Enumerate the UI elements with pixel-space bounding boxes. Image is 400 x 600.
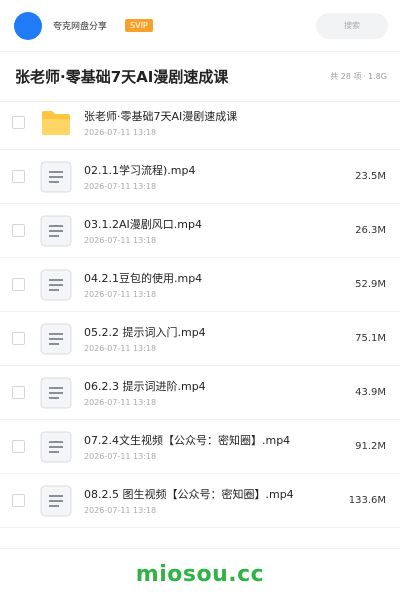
- row-checkbox[interactable]: [12, 116, 25, 129]
- file-name: 04.2.1豆包的使用.mp4: [84, 272, 203, 285]
- file-size: 75.1M: [355, 333, 386, 344]
- video-file-icon: [40, 269, 72, 301]
- app-name: 夸克网盘分享: [53, 22, 108, 32]
- row-checkbox[interactable]: [12, 440, 25, 453]
- file-name: 张老师·零基础7天AI漫剧速成课: [84, 110, 238, 123]
- file-size: 52.9M: [355, 279, 386, 290]
- folder-meta: 共 28 项 · 1.8G: [330, 71, 387, 82]
- list-item[interactable]: 04.2.1豆包的使用.mp4 2026-07-11 13:18 52.9M: [0, 258, 400, 312]
- folder-header: 张老师·零基础7天AI漫剧速成课 共 28 项 · 1.8G: [0, 52, 400, 102]
- top-bar: 夸克网盘分享 SVIP 搜索: [0, 0, 400, 52]
- search-placeholder: 搜索: [344, 21, 360, 30]
- row-checkbox[interactable]: [12, 386, 25, 399]
- list-item[interactable]: 05.2.2 提示词入门.mp4 2026-07-11 13:18 75.1M: [0, 312, 400, 366]
- file-size: 133.6M: [348, 495, 386, 506]
- folder-size: 1.8G: [368, 72, 387, 81]
- video-file-icon: [40, 215, 72, 247]
- row-checkbox[interactable]: [12, 170, 25, 183]
- file-name: 03.1.2AI漫剧风口.mp4: [84, 218, 202, 231]
- list-item[interactable]: 张老师·零基础7天AI漫剧速成课 2026-07-11 13:18: [0, 96, 400, 150]
- video-file-icon: [40, 485, 72, 517]
- file-date: 2026-07-11 13:18: [84, 452, 157, 461]
- footer: miosou.cc: [0, 548, 400, 600]
- row-checkbox[interactable]: [12, 494, 25, 507]
- file-date: 2026-07-11 13:18: [84, 344, 157, 353]
- file-date: 2026-07-11 13:18: [84, 398, 157, 407]
- file-list: 张老师·零基础7天AI漫剧速成课 2026-07-11 13:18 02.1.1…: [0, 96, 400, 528]
- row-checkbox[interactable]: [12, 332, 25, 345]
- list-item[interactable]: 02.1.1学习流程).mp4 2026-07-11 13:18 23.5M: [0, 150, 400, 204]
- file-name: 08.2.5 图生视频【公众号：密知圈】.mp4: [84, 488, 294, 501]
- list-item[interactable]: 06.2.3 提示词进阶.mp4 2026-07-11 13:18 43.9M: [0, 366, 400, 420]
- list-item[interactable]: 07.2.4文生视频【公众号：密知圈】.mp4 2026-07-11 13:18…: [0, 420, 400, 474]
- file-date: 2026-07-11 13:18: [84, 182, 157, 191]
- meta-separator: ·: [363, 72, 367, 81]
- page-title: 张老师·零基础7天AI漫剧速成课: [15, 68, 229, 86]
- video-file-icon: [40, 431, 72, 463]
- file-name: 06.2.3 提示词进阶.mp4: [84, 380, 206, 393]
- video-file-icon: [40, 323, 72, 355]
- file-size: 23.5M: [355, 171, 386, 182]
- file-size: 26.3M: [355, 225, 386, 236]
- video-file-icon: [40, 377, 72, 409]
- folder-icon: [40, 107, 72, 139]
- file-name: 05.2.2 提示词入门.mp4: [84, 326, 206, 339]
- file-name: 07.2.4文生视频【公众号：密知圈】.mp4: [84, 434, 291, 447]
- file-date: 2026-07-11 13:18: [84, 236, 157, 245]
- search-input[interactable]: 搜索: [316, 12, 388, 39]
- video-file-icon: [40, 161, 72, 193]
- file-name: 02.1.1学习流程).mp4: [84, 164, 196, 177]
- watermark: miosou.cc: [135, 562, 265, 587]
- row-checkbox[interactable]: [12, 224, 25, 237]
- avatar[interactable]: [14, 11, 42, 40]
- file-date: 2026-07-11 13:18: [84, 506, 157, 515]
- item-count: 共 28 项: [330, 72, 362, 81]
- file-date: 2026-07-11 13:18: [84, 290, 157, 299]
- list-item[interactable]: 03.1.2AI漫剧风口.mp4 2026-07-11 13:18 26.3M: [0, 204, 400, 258]
- row-checkbox[interactable]: [12, 278, 25, 291]
- file-size: 43.9M: [355, 387, 386, 398]
- list-item[interactable]: 08.2.5 图生视频【公众号：密知圈】.mp4 2026-07-11 13:1…: [0, 474, 400, 528]
- svip-badge: SVIP: [125, 19, 153, 32]
- file-size: 91.2M: [355, 441, 386, 452]
- file-date: 2026-07-11 13:18: [84, 128, 157, 137]
